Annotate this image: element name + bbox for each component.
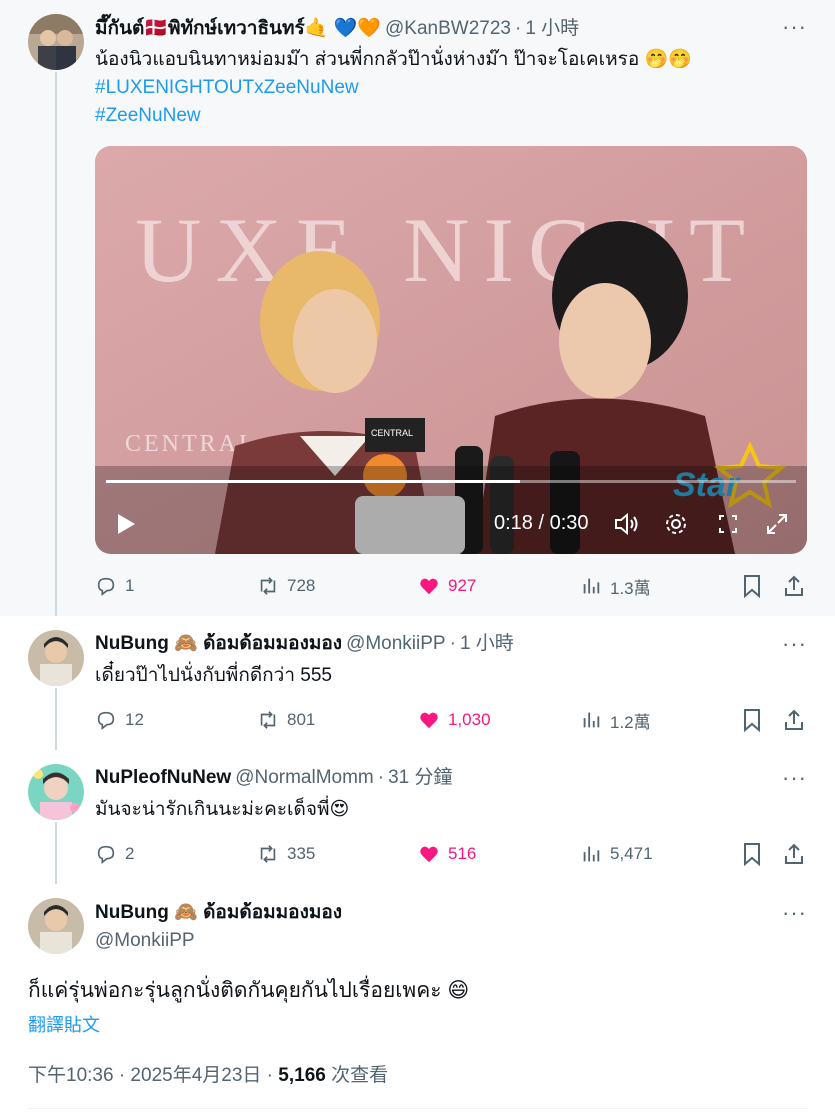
user-handle[interactable]: @NormalMomm (235, 766, 374, 790)
tweet-time[interactable]: 31 分鐘 (388, 766, 452, 790)
tweet-text: น้องนิวแอบนินทาหม่อมม๊า ส่วนพี่กกลัวป๊าน… (95, 46, 692, 130)
avatar[interactable] (28, 630, 84, 686)
retweet-count: 728 (287, 576, 316, 595)
thread-line (55, 72, 57, 616)
like-count: 927 (448, 576, 477, 595)
like-count: 516 (448, 844, 477, 863)
picture-in-picture-icon[interactable] (716, 512, 740, 536)
views-button[interactable]: 5,471 (580, 839, 653, 869)
tweet-thread: มึ๊กันต์🇩🇰พิทักษ์เทวาธินทร์🤙 💙🧡 @KanBW27… (0, 0, 835, 1114)
avatar[interactable] (28, 14, 84, 70)
views-count: 5,471 (610, 844, 653, 863)
view-count: 5,166 (278, 1065, 326, 1086)
views-chart-icon (583, 578, 600, 594)
video-progress-bar[interactable] (106, 480, 796, 483)
video-frame: UXE NIGHT CENTRAL CENTRAL (95, 146, 807, 554)
tweet-meta: 下午10:36 · 2025年4月23日 · 5,166 次查看 (28, 1060, 388, 1087)
main-tweet-text: ก็แค่รุ่นพ่อกะรุ่นลูกนั่งติดกันคุยกันไปเ… (28, 979, 470, 1002)
retweet-count: 801 (287, 710, 316, 729)
hashtag-link[interactable]: #ZeeNuNew (95, 102, 692, 130)
tweet-actions: 2 335 516 5,471 (95, 839, 810, 869)
separator-dot: · (514, 18, 522, 39)
share-icon[interactable] (783, 842, 805, 866)
display-name[interactable]: NuBung 🙈 ด้อมด้อมมองมอง (95, 632, 342, 656)
bookmark-icon[interactable] (741, 708, 763, 732)
reply-count: 12 (125, 710, 144, 729)
reply-count: 2 (125, 844, 135, 863)
tweet-2[interactable]: NuBung 🙈 ด้อมด้อมมองมอง @MonkiiPP · 1 小時… (0, 616, 835, 750)
volume-icon[interactable] (614, 512, 640, 536)
retweet-button[interactable]: 801 (257, 705, 315, 735)
display-name[interactable]: NuBung 🙈 ด้อมด้อมมองมอง (95, 901, 342, 925)
views-button[interactable]: 1.2萬 (580, 705, 651, 735)
display-name[interactable]: มึ๊กันต์🇩🇰พิทักษ์เทวาธินทร์🤙 💙🧡 (95, 17, 381, 41)
avatar[interactable] (28, 898, 84, 954)
tweet-actions: 1 728 927 1.3萬 (95, 571, 810, 601)
more-options-icon[interactable]: ··· (782, 16, 807, 38)
views-count: 1.3萬 (610, 578, 651, 598)
reply-button[interactable]: 1 (95, 571, 134, 601)
reply-icon (97, 577, 115, 596)
retweet-icon (260, 845, 276, 863)
divider (28, 1108, 808, 1109)
display-name[interactable]: NuPleofNuNew (95, 766, 231, 790)
user-handle[interactable]: @MonkiiPP (346, 632, 446, 656)
user-handle[interactable]: @MonkiiPP (95, 929, 195, 953)
retweet-button[interactable]: 728 (257, 571, 315, 601)
bookmark-icon[interactable] (741, 574, 763, 598)
like-button[interactable]: 516 (418, 839, 476, 869)
views-chart-icon (583, 846, 600, 862)
like-button[interactable]: 927 (418, 571, 476, 601)
tweet-time[interactable]: 1 小時 (460, 632, 514, 656)
retweet-icon (260, 711, 276, 729)
heart-icon (420, 578, 438, 595)
heart-icon (420, 846, 438, 863)
video-progress-fill (106, 480, 520, 483)
video-time: 0:18 / 0:30 (494, 512, 589, 534)
separator-dot: · (377, 767, 385, 788)
retweet-icon (260, 577, 276, 595)
reply-icon (97, 711, 115, 730)
video-player[interactable]: UXE NIGHT CENTRAL CENTRAL (95, 146, 807, 554)
more-options-icon[interactable]: ··· (782, 902, 807, 924)
tweet-1[interactable]: มึ๊กันต์🇩🇰พิทักษ์เทวาธินทร์🤙 💙🧡 @KanBW27… (0, 0, 835, 616)
retweet-count: 335 (287, 844, 316, 863)
tweet-text: มันจะน่ารักเกินนะม่ะคะเด็จพี่😍 (95, 799, 350, 820)
views-button[interactable]: 1.3萬 (580, 571, 651, 601)
retweet-button[interactable]: 335 (257, 839, 315, 869)
thread-line (55, 688, 57, 750)
reply-count: 1 (125, 576, 135, 595)
translate-link[interactable]: 翻譯貼文 (28, 1011, 100, 1037)
like-button[interactable]: 1,030 (418, 705, 491, 735)
reply-icon (97, 845, 115, 864)
tweet-text: เดี๋ยวป๊าไปนั่งกับพี่กดีกว่า 555 (95, 665, 332, 686)
more-options-icon[interactable]: ··· (782, 633, 807, 655)
heart-icon (420, 712, 438, 729)
tweet-text-line: น้องนิวแอบนินทาหม่อมม๊า ส่วนพี่กกลัวป๊าน… (95, 49, 692, 70)
share-icon[interactable] (783, 708, 805, 732)
thread-line (55, 822, 57, 884)
reply-button[interactable]: 2 (95, 839, 134, 869)
video-mic-logo-text: CENTRAL (371, 428, 413, 438)
views-count: 1.2萬 (610, 712, 651, 732)
bookmark-icon[interactable] (741, 842, 763, 866)
share-icon[interactable] (783, 574, 805, 598)
play-icon[interactable] (115, 513, 137, 535)
avatar[interactable] (28, 764, 84, 820)
view-label: 次查看 (325, 1065, 389, 1086)
tweet-timestamp[interactable]: 下午10:36 · 2025年4月23日 · (28, 1065, 278, 1086)
views-chart-icon (583, 712, 600, 728)
hashtag-link[interactable]: #LUXENIGHTOUTxZeeNuNew (95, 74, 692, 102)
tweet-3[interactable]: NuPleofNuNew @NormalMomm · 31 分鐘 ··· มัน… (0, 750, 835, 884)
user-handle[interactable]: @KanBW2723 (385, 17, 511, 41)
like-count: 1,030 (448, 710, 491, 729)
tweet-actions: 12 801 1,030 1.2萬 (95, 705, 810, 735)
separator-dot: · (449, 633, 456, 654)
more-options-icon[interactable]: ··· (782, 767, 807, 789)
fullscreen-icon[interactable] (765, 512, 789, 536)
reply-button[interactable]: 12 (95, 705, 144, 735)
tweet-time[interactable]: 1 小時 (525, 17, 579, 41)
settings-gear-icon[interactable] (664, 512, 688, 536)
